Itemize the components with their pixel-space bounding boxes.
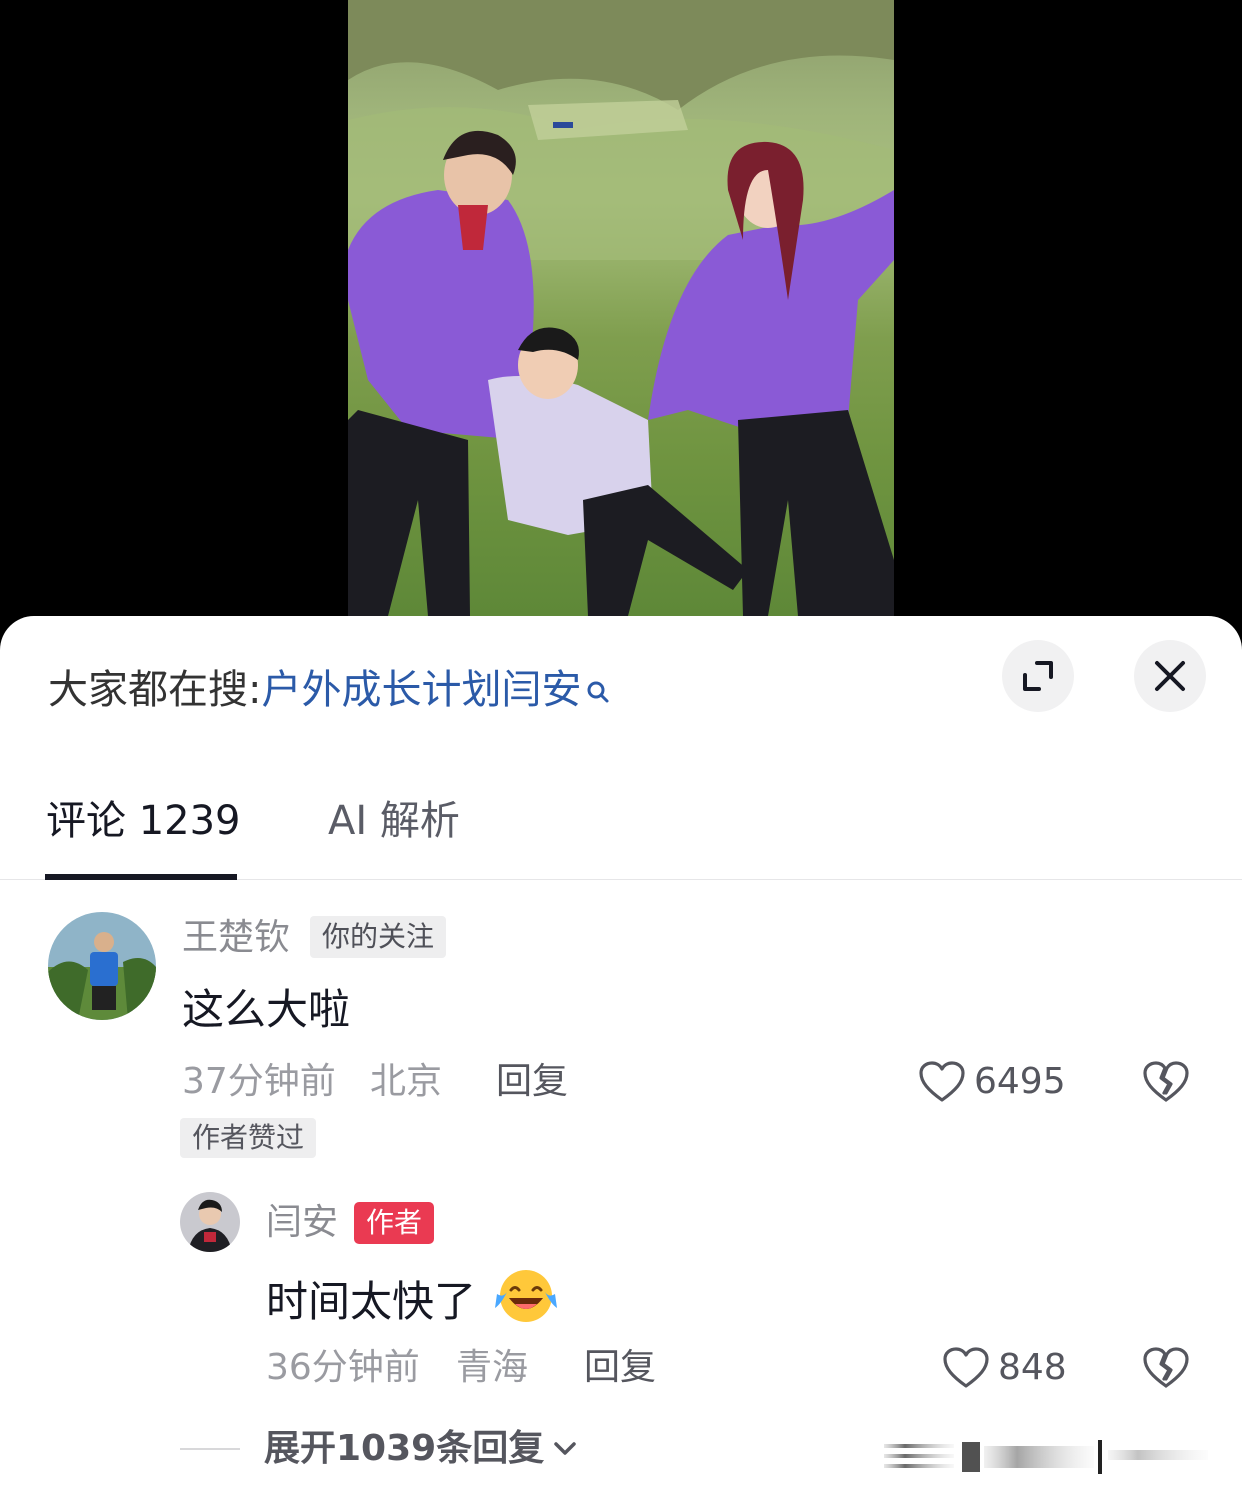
active-tab-indicator bbox=[45, 874, 237, 880]
reply-like-count: 848 bbox=[998, 1347, 1067, 1388]
expand-replies-label: 展开1039条回复 bbox=[264, 1428, 545, 1469]
comment-time: 37分钟前 bbox=[182, 1061, 336, 1102]
expand-replies-button[interactable]: 展开1039条回复 bbox=[180, 1424, 578, 1474]
trending-search[interactable]: 大家都在搜:户外成长计划闫安 bbox=[48, 666, 611, 716]
author-liked-tag: 作者赞过 bbox=[180, 1118, 317, 1158]
close-button[interactable] bbox=[1134, 640, 1206, 712]
reply-time: 36分钟前 bbox=[266, 1347, 420, 1388]
trending-search-prefix: 大家都在搜: bbox=[48, 667, 262, 713]
reply-dislike-button[interactable] bbox=[1142, 1346, 1190, 1394]
expand-icon bbox=[1023, 661, 1053, 691]
video-player[interactable] bbox=[0, 0, 1242, 640]
reply-username[interactable]: 闫安 bbox=[266, 1201, 338, 1245]
tab-comments[interactable]: 评论 1239 bbox=[46, 796, 241, 846]
expand-button[interactable] bbox=[1002, 640, 1074, 712]
trending-search-query[interactable]: 户外成长计划闫安 bbox=[261, 667, 581, 713]
reply-location: 青海 bbox=[456, 1347, 529, 1388]
comment-text[interactable]: 这么大啦 bbox=[182, 984, 350, 1036]
broken-heart-icon bbox=[1143, 1347, 1189, 1388]
tab-ai-analysis[interactable]: AI 解析 bbox=[328, 796, 460, 846]
watermark bbox=[884, 1436, 1214, 1476]
reply-text-content: 时间太快了 bbox=[266, 1277, 477, 1326]
broken-heart-icon bbox=[1143, 1061, 1189, 1102]
reply-text[interactable]: 时间太快了 bbox=[266, 1268, 559, 1336]
laughing-crying-emoji-icon bbox=[493, 1268, 559, 1336]
comment-sheet: 大家都在搜:户外成长计划闫安 评论 1239 AI 解析 王楚钦 你的关注 这么… bbox=[0, 616, 1242, 1501]
avatar[interactable] bbox=[48, 912, 156, 1020]
reply-like-button[interactable]: 848 bbox=[942, 1346, 1067, 1390]
heart-icon bbox=[943, 1347, 989, 1388]
dislike-button[interactable] bbox=[1142, 1060, 1190, 1108]
close-icon bbox=[1155, 661, 1185, 691]
heart-icon bbox=[919, 1061, 965, 1102]
tab-bar: 评论 1239 AI 解析 bbox=[0, 786, 1242, 880]
author-tag: 作者 bbox=[354, 1202, 435, 1244]
follow-tag: 你的关注 bbox=[310, 916, 447, 958]
comment-location: 北京 bbox=[370, 1061, 443, 1102]
reply-button[interactable]: 回复 bbox=[496, 1060, 568, 1104]
reply-avatar[interactable] bbox=[180, 1192, 240, 1252]
like-count: 6495 bbox=[974, 1061, 1066, 1102]
like-button[interactable]: 6495 bbox=[918, 1060, 1066, 1104]
comment-username[interactable]: 王楚钦 bbox=[182, 916, 290, 960]
video-frame-image bbox=[348, 0, 894, 616]
chevron-down-icon bbox=[554, 1442, 576, 1455]
divider bbox=[180, 1448, 240, 1450]
reply-reply-button[interactable]: 回复 bbox=[584, 1346, 656, 1390]
search-icon bbox=[585, 668, 611, 716]
